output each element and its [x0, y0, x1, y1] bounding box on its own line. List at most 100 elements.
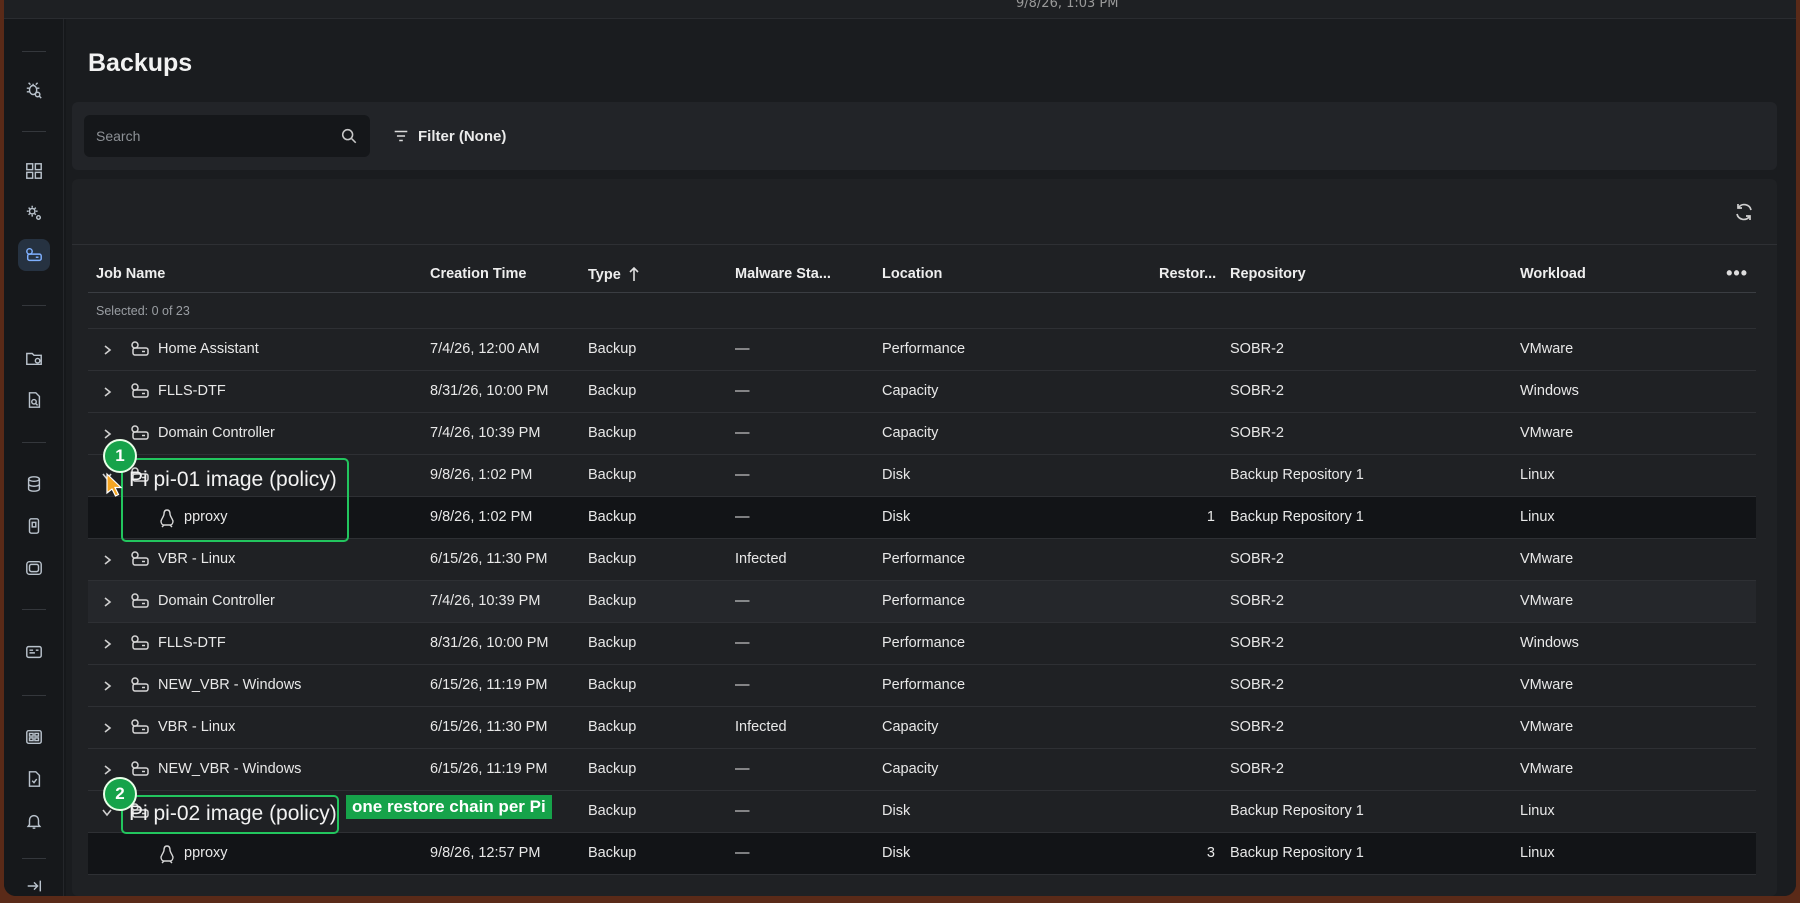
- table-row[interactable]: pproxy 9/8/26, 12:57 PM Backup — Disk 3 Backup…: [88, 833, 1756, 875]
- table-row[interactable]: Home Assistant 7/4/26, 12:00 AM Backup — Per…: [88, 329, 1756, 371]
- file-search-icon[interactable]: [18, 384, 50, 416]
- database-icon[interactable]: [18, 468, 50, 500]
- backup-job-icon: [131, 551, 149, 566]
- file-check-icon[interactable]: [18, 763, 50, 795]
- grid-icon[interactable]: [18, 721, 50, 753]
- type-cell: Backup: [588, 635, 637, 651]
- bug-scan-icon[interactable]: [18, 74, 50, 106]
- repository-cell: SOBR-2: [1230, 635, 1284, 651]
- panel-header: [72, 179, 1777, 245]
- sidebar: [4, 19, 64, 896]
- workload-cell: Linux: [1520, 845, 1555, 861]
- annotation-callout-2: Pi pi-02 image (policy): [121, 795, 339, 834]
- chevron-right-icon[interactable]: [100, 553, 114, 567]
- workload-cell: Linux: [1520, 509, 1555, 525]
- column-header-restore[interactable]: Restor...: [1159, 266, 1216, 282]
- sidebar-divider: [22, 131, 46, 132]
- table-row[interactable]: VBR - Linux 6/15/26, 11:30 PM Backup Infect…: [88, 539, 1756, 581]
- job-name-cell: pproxy: [184, 845, 228, 861]
- table-row[interactable]: NEW_VBR - Windows 6/15/26, 11:19 PM Backup…: [88, 749, 1756, 791]
- job-name-cell: Domain Controller: [158, 593, 275, 609]
- backup-job-icon: [131, 425, 149, 440]
- report-icon[interactable]: [18, 636, 50, 668]
- type-cell: Backup: [588, 677, 637, 693]
- type-cell: Backup: [588, 761, 637, 777]
- malware-status-cell: —: [735, 593, 750, 609]
- chevron-right-icon[interactable]: [100, 721, 114, 735]
- annotation-note: one restore chain per Pi: [346, 795, 552, 819]
- collapse-icon[interactable]: [18, 870, 50, 896]
- refresh-icon[interactable]: [1733, 201, 1755, 223]
- table-row[interactable]: NEW_VBR - Windows 6/15/26, 11:19 PM Backup…: [88, 665, 1756, 707]
- linux-icon: [160, 845, 174, 864]
- column-header-repository[interactable]: Repository: [1230, 266, 1306, 282]
- table-row[interactable]: FLLS-DTF 8/31/26, 10:00 PM Backup — Performa…: [88, 623, 1756, 665]
- filter-label: Filter (None): [418, 127, 507, 145]
- table-row[interactable]: Domain Controller 7/4/26, 10:39 PM Backup —…: [88, 581, 1756, 623]
- repository-cell: SOBR-2: [1230, 425, 1284, 441]
- creation-time-cell: 6/15/26, 11:19 PM: [430, 677, 548, 693]
- column-header-type[interactable]: Type: [588, 266, 641, 283]
- creation-time-cell: 9/8/26, 12:57 PM: [430, 845, 541, 861]
- chevron-right-icon[interactable]: [100, 427, 114, 441]
- malware-status-cell: —: [735, 635, 750, 651]
- repository-cell: Backup Repository 1: [1230, 467, 1364, 483]
- column-header-malware[interactable]: Malware Sta...: [735, 266, 831, 282]
- folder-restore-icon[interactable]: [18, 342, 50, 374]
- workload-cell: VMware: [1520, 677, 1574, 693]
- creation-time-cell: 6/15/26, 11:19 PM: [430, 761, 548, 777]
- job-name-cell: FLLS-DTF: [158, 383, 226, 399]
- column-header-workload[interactable]: Workload: [1520, 266, 1586, 282]
- selection-count: Selected: 0 of 23: [88, 295, 1756, 329]
- filter-button[interactable]: Filter (None): [392, 124, 506, 148]
- creation-time-cell: 6/15/26, 11:30 PM: [430, 719, 548, 735]
- more-options-icon[interactable]: •••: [1726, 263, 1748, 284]
- bell-icon[interactable]: [18, 805, 50, 837]
- table-row[interactable]: Domain Controller 7/4/26, 10:39 PM Backup —…: [88, 413, 1756, 455]
- backup-job-icon: [131, 677, 149, 692]
- creation-time-cell: 6/15/26, 11:30 PM: [430, 551, 548, 567]
- table-row[interactable]: VBR - Linux 6/15/26, 11:30 PM Backup Infect…: [88, 707, 1756, 749]
- column-header-location[interactable]: Location: [882, 266, 942, 282]
- column-header-job-name[interactable]: Job Name: [96, 266, 165, 282]
- type-cell: Backup: [588, 467, 637, 483]
- dashboard-icon[interactable]: [18, 155, 50, 187]
- location-cell: Capacity: [882, 383, 939, 399]
- column-header-creation-time[interactable]: Creation Time: [430, 266, 526, 282]
- repository-cell: SOBR-2: [1230, 677, 1284, 693]
- location-cell: Performance: [882, 677, 966, 693]
- backup-job-icon: [131, 635, 149, 650]
- sidebar-divider: [22, 442, 46, 443]
- chevron-right-icon[interactable]: [100, 763, 114, 777]
- settings-cog-icon[interactable]: [18, 197, 50, 229]
- chevron-right-icon[interactable]: [100, 595, 114, 609]
- repository-cell: SOBR-2: [1230, 383, 1284, 399]
- annotation-badge-1: 1: [103, 439, 137, 473]
- job-name-cell: FLLS-DTF: [158, 635, 226, 651]
- table-row[interactable]: FLLS-DTF 8/31/26, 10:00 PM Backup — Capacity…: [88, 371, 1756, 413]
- search-input[interactable]: [84, 115, 334, 157]
- restore-points-cell: 3: [1206, 845, 1215, 861]
- chevron-right-icon[interactable]: [100, 637, 114, 651]
- chevron-right-icon[interactable]: [100, 679, 114, 693]
- repository-cell: Backup Repository 1: [1230, 509, 1364, 525]
- backups-icon[interactable]: [18, 239, 50, 271]
- malware-status-cell: —: [735, 803, 750, 819]
- tape-icon[interactable]: [18, 552, 50, 584]
- creation-time-cell: 8/31/26, 10:00 PM: [430, 635, 549, 651]
- table-header: Job Name Creation Time Type Malware Sta.…: [88, 257, 1756, 293]
- repository-cell: SOBR-2: [1230, 341, 1284, 357]
- type-cell: Backup: [588, 509, 637, 525]
- chevron-right-icon[interactable]: [100, 343, 114, 357]
- location-cell: Capacity: [882, 719, 939, 735]
- chevron-right-icon[interactable]: [100, 385, 114, 399]
- malware-status-cell: —: [735, 845, 750, 861]
- backup-job-icon: [131, 719, 149, 734]
- sort-ascending-icon: [629, 266, 639, 281]
- search-icon[interactable]: [340, 127, 358, 145]
- workload-cell: VMware: [1520, 425, 1574, 441]
- type-cell: Backup: [588, 593, 637, 609]
- mobile-icon[interactable]: [18, 510, 50, 542]
- type-cell: Backup: [588, 719, 637, 735]
- type-cell: Backup: [588, 383, 637, 399]
